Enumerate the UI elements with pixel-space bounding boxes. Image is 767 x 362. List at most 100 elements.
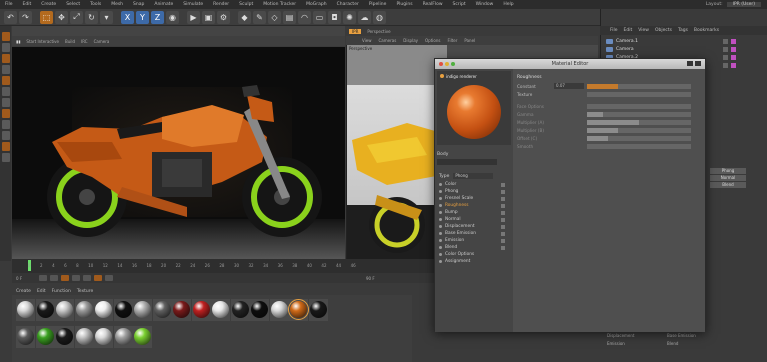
x-axis-icon[interactable]: X [121, 10, 134, 24]
param-row[interactable]: Offset (C) [517, 135, 705, 141]
mm-menu-create[interactable]: Create [16, 289, 31, 294]
move-icon[interactable]: ✥ [55, 10, 68, 24]
autokey-icon[interactable] [105, 275, 113, 281]
material-swatch[interactable] [133, 299, 152, 321]
param-row[interactable]: Smooth [517, 143, 705, 149]
visibility-toggle[interactable] [723, 39, 728, 44]
zoom-window-icon[interactable] [451, 62, 455, 66]
param-slider[interactable] [587, 111, 691, 117]
render-settings-icon[interactable]: ⚙ [217, 10, 230, 24]
edges-mode-icon[interactable] [1, 87, 10, 96]
menu-item-animate[interactable]: Animate [149, 2, 178, 7]
render-view-icon[interactable]: ▶ [187, 10, 200, 24]
param-slider[interactable] [587, 135, 691, 141]
menu-item-create[interactable]: Create [36, 2, 61, 7]
material-swatch[interactable] [16, 299, 35, 321]
channel-checkbox[interactable] [501, 196, 505, 201]
om-menu-bookmarks[interactable]: Bookmarks [694, 28, 719, 33]
param-row[interactable]: Constant 0.07 [517, 83, 705, 89]
channel-checkbox[interactable] [501, 203, 505, 208]
material-swatch[interactable] [16, 326, 35, 348]
material-swatch[interactable] [35, 299, 55, 321]
minimize-window-icon[interactable] [445, 62, 449, 66]
go-to-end-icon[interactable] [83, 275, 91, 281]
material-preview[interactable]: indigo renderer [437, 71, 511, 145]
material-swatch[interactable] [94, 326, 113, 348]
sky-icon[interactable]: ☁ [358, 10, 371, 24]
shader-option[interactable]: Emission [607, 341, 625, 346]
material-swatch[interactable] [250, 299, 269, 321]
menu-filter[interactable]: Filter [447, 38, 457, 43]
param-row[interactable]: Multiplier (B) [517, 127, 705, 133]
prev-frame-icon[interactable] [50, 275, 58, 281]
z-axis-icon[interactable]: Z [151, 10, 164, 24]
om-menu-tags[interactable]: Tags [678, 28, 688, 33]
layout-dropdown[interactable]: IPR (User) [726, 2, 761, 7]
channel-item[interactable]: Roughness [439, 203, 511, 208]
object-row[interactable]: Camera.1 [606, 38, 766, 45]
menu-panel[interactable]: Panel [464, 38, 475, 43]
tab-perspective[interactable]: Perspective [367, 29, 390, 34]
param-slider[interactable] [587, 143, 691, 149]
end-frame-field[interactable]: 90 F [366, 276, 375, 281]
back-icon[interactable] [687, 61, 693, 66]
material-swatch[interactable] [94, 299, 113, 321]
visibility-toggle[interactable] [723, 47, 728, 52]
next-frame-icon[interactable] [72, 275, 80, 281]
channel-item[interactable]: Color [439, 182, 511, 187]
menu-item-pipeline[interactable]: Pipeline [364, 2, 392, 7]
channel-item[interactable]: Bump [439, 210, 511, 215]
param-slider[interactable] [587, 127, 691, 133]
header-item-0[interactable]: Start Interactive [26, 39, 59, 44]
pen-icon[interactable]: ✎ [253, 10, 266, 24]
record-icon[interactable] [94, 275, 102, 281]
shader-option[interactable]: Base Emission [667, 333, 696, 338]
coordinate-system-icon[interactable]: ◉ [166, 10, 179, 24]
om-menu-view[interactable]: View [638, 28, 649, 33]
lock-workplane-icon[interactable] [1, 142, 10, 151]
channel-item[interactable]: Phong [439, 189, 511, 194]
material-swatch[interactable] [74, 326, 94, 348]
menu-options[interactable]: Options [425, 38, 440, 43]
menu-item-file[interactable]: File [0, 2, 18, 7]
material-swatch[interactable] [74, 299, 94, 321]
material-swatch[interactable] [113, 299, 133, 321]
channel-item[interactable]: Displacement [439, 224, 511, 229]
type-dropdown[interactable]: Phong [453, 173, 494, 179]
channel-checkbox[interactable] [501, 182, 505, 187]
param-slider[interactable] [587, 83, 691, 89]
menu-display[interactable]: Display [403, 38, 418, 43]
menu-item-script[interactable]: Script [448, 2, 471, 7]
model-mode-icon[interactable] [1, 43, 10, 52]
mm-menu-function[interactable]: Function [52, 289, 71, 294]
texture-mode-icon[interactable] [1, 54, 10, 63]
recent-tools-icon[interactable]: ▾ [100, 10, 113, 24]
channel-item[interactable]: Assignment [439, 259, 511, 264]
camera-icon[interactable]: ◘ [328, 10, 341, 24]
menu-item-window[interactable]: Window [471, 2, 499, 7]
channel-item[interactable]: Emission [439, 238, 511, 243]
channel-item[interactable]: Base Emission [439, 231, 511, 236]
cube-icon[interactable]: ◆ [238, 10, 251, 24]
channel-item[interactable]: Fresnel Scale [439, 196, 511, 201]
material-swatch[interactable] [211, 299, 230, 321]
points-mode-icon[interactable] [1, 76, 10, 85]
forward-icon[interactable] [695, 61, 701, 66]
param-slider[interactable] [587, 119, 691, 125]
deformer-icon[interactable]: ◠ [298, 10, 311, 24]
menu-item-edit[interactable]: Edit [18, 2, 37, 7]
floor-icon[interactable]: ▭ [313, 10, 326, 24]
live-select-icon[interactable]: ⬚ [40, 10, 53, 24]
phong-button[interactable]: Phong [710, 168, 746, 174]
perspective-view[interactable]: Perspective [347, 45, 447, 259]
shader-option[interactable]: Blend [667, 341, 678, 346]
material-swatch[interactable] [269, 299, 289, 321]
play-icon[interactable]: ▮▮ [16, 39, 20, 44]
make-editable-icon[interactable] [1, 32, 10, 41]
channel-checkbox[interactable] [501, 189, 505, 194]
menu-cameras[interactable]: Cameras [379, 38, 397, 43]
material-swatch[interactable] [172, 299, 191, 321]
channel-item[interactable]: Blend [439, 245, 511, 250]
material-swatch[interactable] [191, 299, 211, 321]
redo-icon[interactable]: ↷ [19, 10, 32, 24]
